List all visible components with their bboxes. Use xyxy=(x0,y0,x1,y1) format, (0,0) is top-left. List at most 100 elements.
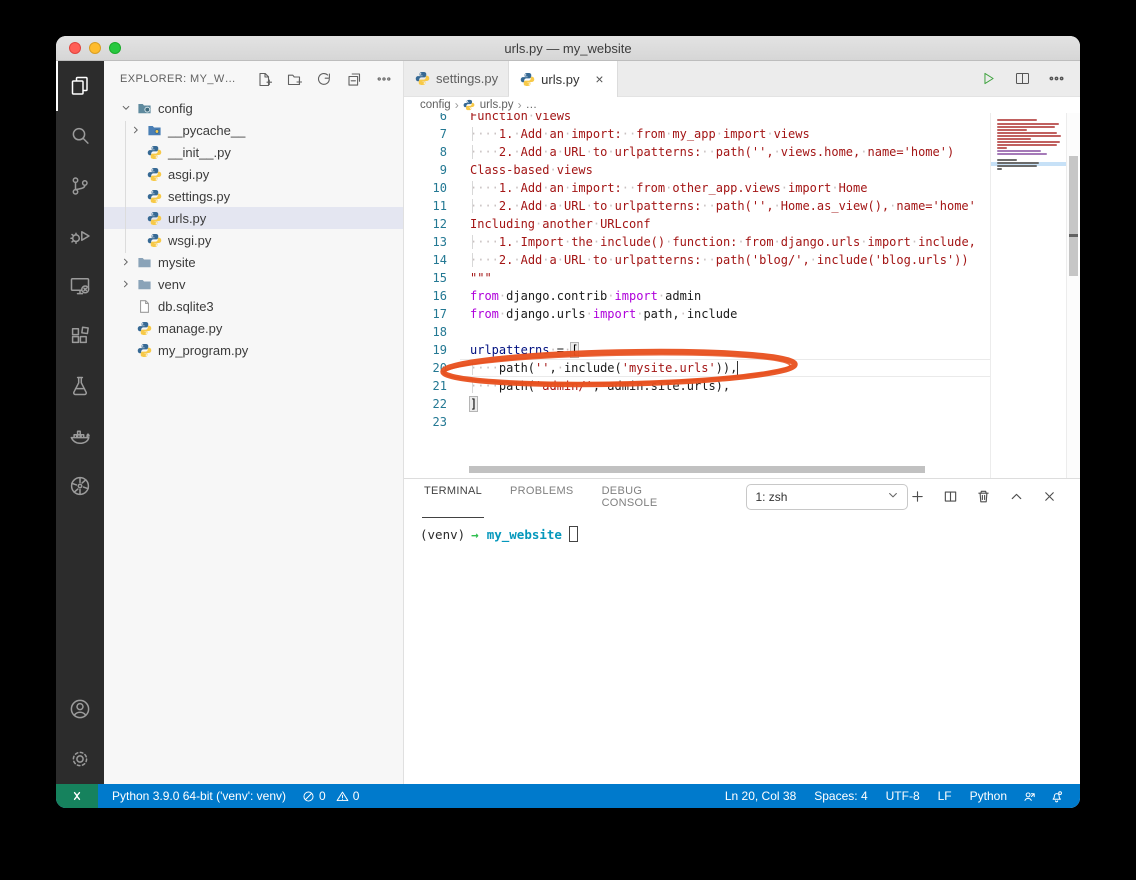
tree-item--pycache-[interactable]: __pycache__ xyxy=(104,119,403,141)
activity-bar-search-icon[interactable] xyxy=(56,111,104,161)
panel-tab-problems[interactable]: PROBLEMS xyxy=(508,476,576,518)
split-editor-icon[interactable] xyxy=(1012,69,1032,89)
explorer-header: EXPLORER: MY_W… xyxy=(104,61,403,97)
new-file-icon[interactable] xyxy=(255,70,273,88)
breadcrumb-item[interactable]: … xyxy=(526,99,538,111)
maximize-panel-icon[interactable] xyxy=(1007,488,1025,506)
bell-icon[interactable] xyxy=(1043,784,1070,808)
code-line-23[interactable]: 23 xyxy=(404,413,990,431)
chevron-right-icon[interactable] xyxy=(118,254,134,270)
overview-ruler-cursor-marker xyxy=(1069,234,1078,237)
tab-urls-py[interactable]: urls.py× xyxy=(509,61,618,97)
tab-label: settings.py xyxy=(436,71,498,86)
code-line-9[interactable]: 9Class-based·views xyxy=(404,161,990,179)
line-number: 19 xyxy=(404,343,460,357)
horizontal-scrollbar[interactable] xyxy=(404,466,990,473)
activity-bar-test-beaker-icon[interactable] xyxy=(56,361,104,411)
code-line-8[interactable]: 8····2.·Add·a·URL·to·urlpatterns:··path(… xyxy=(404,143,990,161)
code-line-12[interactable]: 12Including·another·URLconf xyxy=(404,215,990,233)
breadcrumb-item[interactable]: config xyxy=(420,99,451,111)
kill-terminal-icon[interactable] xyxy=(974,488,992,506)
activity-bar-extensions-icon[interactable] xyxy=(56,311,104,361)
code-line-14[interactable]: 14····2.·Add·a·URL·to·urlpatterns:··path… xyxy=(404,251,990,269)
tree-item-config[interactable]: config xyxy=(104,97,403,119)
minimize-window-button[interactable] xyxy=(89,42,101,54)
indent-guide xyxy=(472,253,473,267)
code-line-6[interactable]: 6Function·views xyxy=(404,113,990,125)
panel-tab-debug-console[interactable]: DEBUG CONSOLE xyxy=(600,476,675,518)
code-line-7[interactable]: 7····1.·Add·an·import:··from·my_app·impo… xyxy=(404,125,990,143)
activity-bar-explorer-icon[interactable] xyxy=(56,61,104,111)
activity-bar-remote-explorer-icon[interactable] xyxy=(56,261,104,311)
tree-item-manage-py[interactable]: manage.py xyxy=(104,317,403,339)
tree-item--init-py[interactable]: __init__.py xyxy=(104,141,403,163)
chevron-down-icon[interactable] xyxy=(118,100,134,116)
tree-item-db-sqlite3[interactable]: db.sqlite3 xyxy=(104,295,403,317)
tree-item-asgi-py[interactable]: asgi.py xyxy=(104,163,403,185)
collapse-all-icon[interactable] xyxy=(345,70,363,88)
more-actions-icon[interactable] xyxy=(1046,69,1066,89)
remote-indicator[interactable] xyxy=(56,784,98,808)
vertical-scrollbar[interactable] xyxy=(1066,113,1080,478)
problems-indicator[interactable]: 00 xyxy=(294,784,367,808)
tree-item-mysite[interactable]: mysite xyxy=(104,251,403,273)
status-indentation[interactable]: Spaces: 4 xyxy=(805,784,876,808)
code-line-13[interactable]: 13····1.·Import·the·include()·function:·… xyxy=(404,233,990,251)
chevron-right-icon[interactable] xyxy=(118,276,134,292)
split-terminal-icon[interactable] xyxy=(941,488,959,506)
code-line-17[interactable]: 17from·django.urls·import·path,·include xyxy=(404,305,990,323)
activity-bar-source-control-icon[interactable] xyxy=(56,161,104,211)
tree-item-settings-py[interactable]: settings.py xyxy=(104,185,403,207)
code-line-11[interactable]: 11····2.·Add·a·URL·to·urlpatterns:··path… xyxy=(404,197,990,215)
code-line-15[interactable]: 15""" xyxy=(404,269,990,287)
code-text: ····path('admin/',·admin.site.urls), xyxy=(460,379,990,393)
zoom-window-button[interactable] xyxy=(109,42,121,54)
indent-guide xyxy=(472,235,473,249)
run-icon[interactable] xyxy=(978,69,998,89)
close-tab-icon[interactable]: × xyxy=(591,71,607,87)
chevron-right-icon[interactable] xyxy=(128,122,144,138)
code-editor[interactable]: 6Function·views7····1.·Add·an·import:··f… xyxy=(404,113,1080,478)
tree-item-urls-py[interactable]: urls.py xyxy=(104,207,403,229)
code-line-21[interactable]: 21····path('admin/',·admin.site.urls), xyxy=(404,377,990,395)
code-line-18[interactable]: 18 xyxy=(404,323,990,341)
tree-item-my-program-py[interactable]: my_program.py xyxy=(104,339,403,361)
minimap[interactable] xyxy=(990,113,1066,478)
activity-bar-docker-icon[interactable] xyxy=(56,411,104,461)
status-encoding[interactable]: UTF-8 xyxy=(877,784,929,808)
status-cursor-position[interactable]: Ln 20, Col 38 xyxy=(716,784,805,808)
new-folder-icon[interactable] xyxy=(285,70,303,88)
tree-item-venv[interactable]: venv xyxy=(104,273,403,295)
vertical-scrollbar-thumb[interactable] xyxy=(1069,156,1078,276)
code-line-16[interactable]: 16from·django.contrib·import·admin xyxy=(404,287,990,305)
code-text: Function·views xyxy=(460,113,990,123)
activity-bar-kubernetes-icon[interactable] xyxy=(56,461,104,511)
status-language-mode[interactable]: Python xyxy=(961,784,1016,808)
code-line-19[interactable]: 19urlpatterns·=·[ xyxy=(404,341,990,359)
panel-tab-terminal[interactable]: TERMINAL xyxy=(422,476,484,518)
code-line-20[interactable]: 20····path('',·include('mysite.urls')), xyxy=(404,359,990,377)
refresh-icon[interactable] xyxy=(315,70,333,88)
terminal-shell-select[interactable]: 1: zsh xyxy=(746,484,908,510)
file-icon xyxy=(136,298,152,314)
python-interpreter-selector[interactable]: Python 3.9.0 64-bit ('venv': venv) xyxy=(98,784,294,808)
minimap-code-row xyxy=(997,150,1041,152)
close-window-button[interactable] xyxy=(69,42,81,54)
close-panel-icon[interactable] xyxy=(1040,488,1058,506)
horizontal-scrollbar-thumb[interactable] xyxy=(469,466,925,473)
code-line-10[interactable]: 10····1.·Add·an·import:··from·other_app.… xyxy=(404,179,990,197)
status-eol-sequence[interactable]: LF xyxy=(929,784,961,808)
tree-indent-guide xyxy=(125,121,126,253)
tree-item-wsgi-py[interactable]: wsgi.py xyxy=(104,229,403,251)
code-line-22[interactable]: 22] xyxy=(404,395,990,413)
new-terminal-icon[interactable] xyxy=(908,488,926,506)
activity-bar-run-debug-icon[interactable] xyxy=(56,211,104,261)
terminal-content[interactable]: (venv)→my_website xyxy=(404,514,1080,784)
tab-settings-py[interactable]: settings.py xyxy=(404,61,509,96)
activity-bar-account-icon[interactable] xyxy=(56,684,104,734)
activity-bar-settings-gear-icon[interactable] xyxy=(56,734,104,784)
more-actions-icon[interactable] xyxy=(375,70,393,88)
feedback-icon[interactable] xyxy=(1016,784,1043,808)
title-bar: urls.py — my_website xyxy=(56,36,1080,61)
breadcrumb-item[interactable]: urls.py xyxy=(480,99,514,111)
